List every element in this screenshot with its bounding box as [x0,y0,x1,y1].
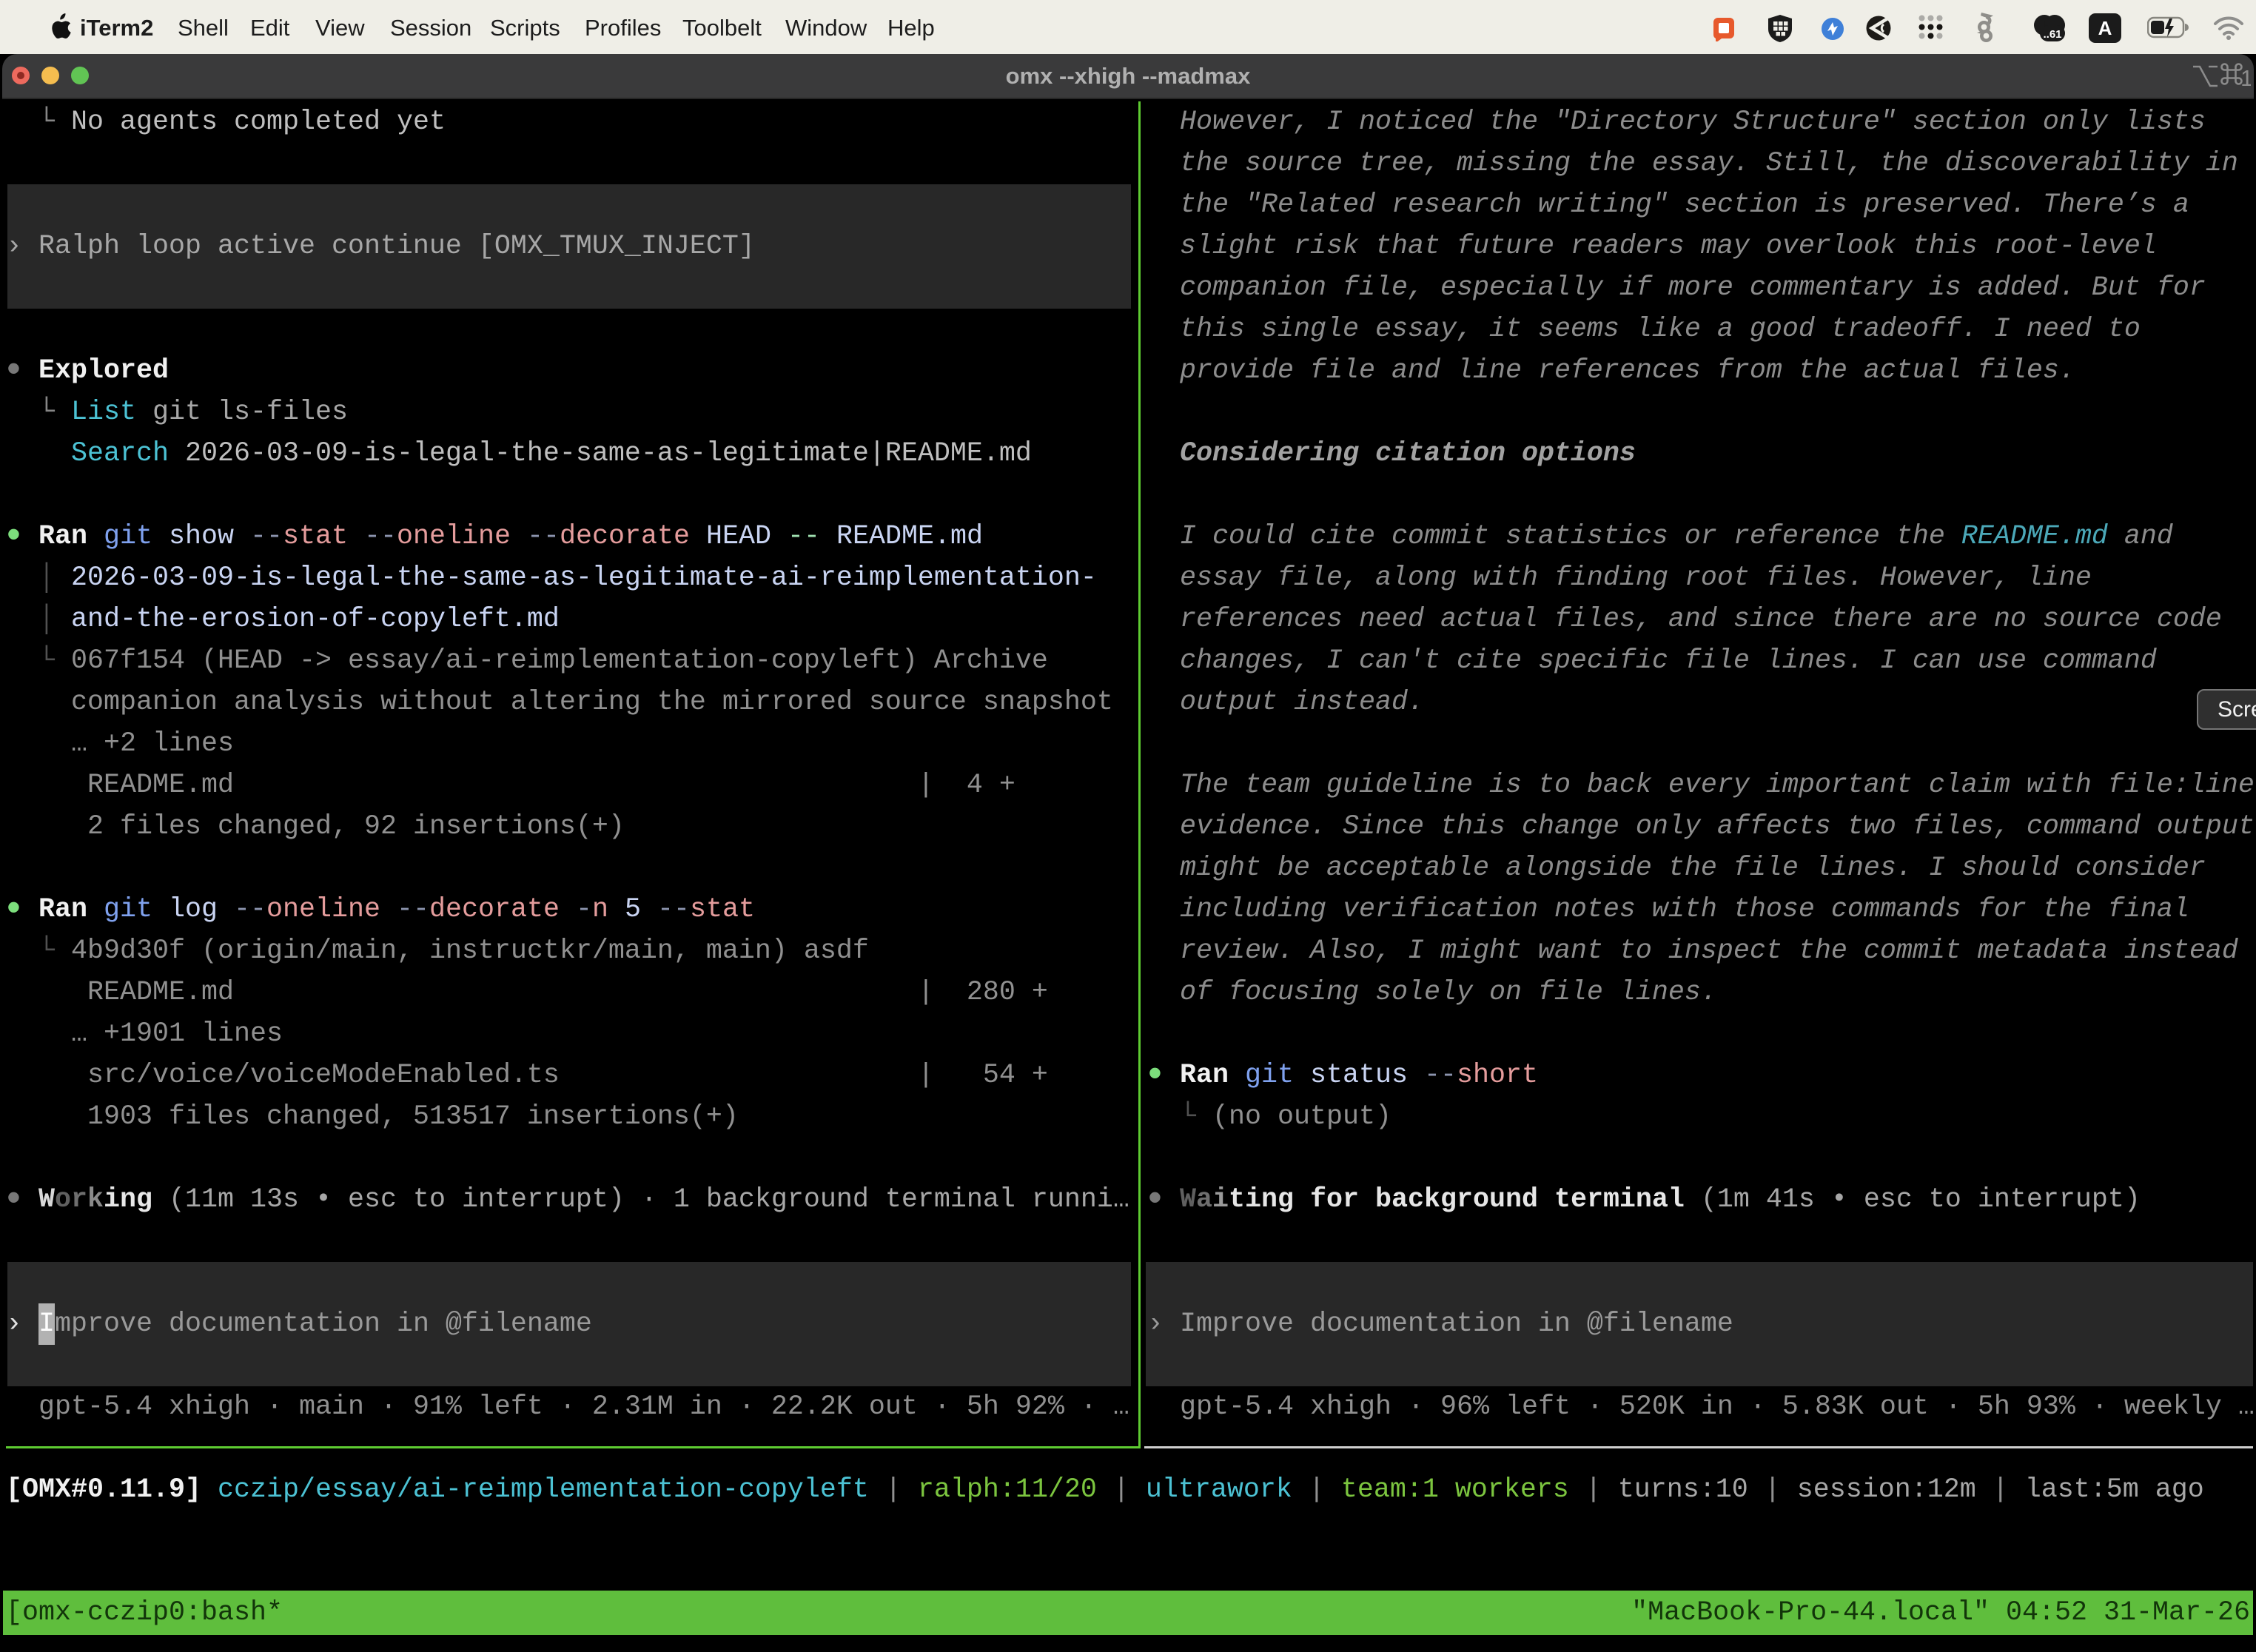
svg-text:..61: ..61 [2043,28,2061,41]
svg-text:1: 1 [2240,65,2251,91]
svg-text:A: A [2098,17,2112,39]
